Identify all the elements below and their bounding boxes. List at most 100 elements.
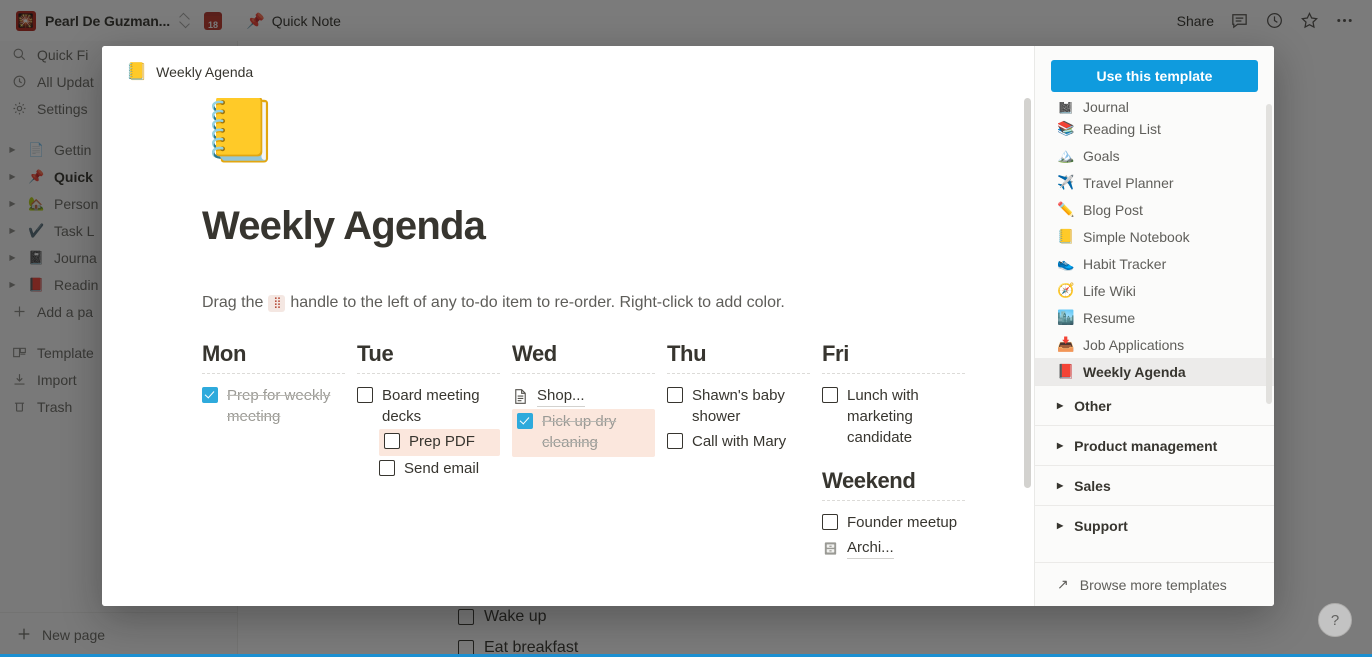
template-label: Job Applications [1083,337,1184,353]
browse-more-label: Browse more templates [1080,577,1227,593]
page-cover-icon[interactable]: 📒 [202,100,1034,162]
notebook-icon: 📒 [1057,228,1074,245]
template-item-job-applications[interactable]: 📥 Job Applications [1035,331,1274,358]
checkbox[interactable] [822,387,838,403]
template-item-journal[interactable]: 📓 Journal [1035,102,1274,115]
divider [822,373,965,374]
preview-body: 📒 Weekly Agenda Drag the ⣿ handle to the… [102,98,1034,606]
template-item-travel-planner[interactable]: ✈️ Travel Planner [1035,169,1274,196]
help-button[interactable]: ? [1318,603,1352,637]
day-heading: Wed [512,341,655,373]
todo-label: Prep for weekly meeting [227,385,341,427]
day-heading: Thu [667,341,810,373]
use-template-wrap: Use this template [1035,46,1274,102]
template-label: Blog Post [1083,202,1143,218]
chevron-right-icon: ▶ [1057,401,1063,410]
chevron-right-icon: ▶ [1057,521,1063,530]
divider [202,373,345,374]
template-label: Resume [1083,310,1135,326]
notebook-icon: 📓 [1057,102,1074,115]
template-group-label: Product management [1074,438,1217,454]
todo-item[interactable]: Founder meetup [822,510,965,535]
browse-more-templates-link[interactable]: ↗ Browse more templates [1035,562,1274,606]
divider [512,373,655,374]
use-this-template-button[interactable]: Use this template [1051,60,1258,92]
todo-item[interactable]: Shawn's baby shower [667,383,810,429]
day-column-wed: Wed Shop... Pick up dry cleaning [512,341,667,561]
divider [822,500,965,501]
todo-label: Call with Mary [692,431,806,452]
template-item-resume[interactable]: 🏙️ Resume [1035,304,1274,331]
chevron-right-icon: ▶ [1057,441,1063,450]
checkbox[interactable] [822,514,838,530]
todo-label: Board meeting decks [382,385,496,427]
day-column-thu: Thu Shawn's baby shower Call with Mary [667,341,822,561]
checkbox[interactable] [517,413,533,429]
template-group-label: Other [1074,398,1111,414]
chevron-right-icon: ▶ [1057,481,1063,490]
drag-handle-icon[interactable]: ⣿ [268,295,285,312]
todo-label: Send email [404,458,496,479]
todo-item[interactable]: Prep PDF [379,429,500,456]
template-label: Reading List [1083,121,1161,137]
todo-item[interactable]: Lunch with marketing candidate [822,383,965,450]
template-group-other[interactable]: ▶ Other [1035,385,1274,425]
page-link-label: Shop... [537,385,585,407]
todo-label: Prep PDF [409,431,493,452]
template-item-life-wiki[interactable]: 🧭 Life Wiki [1035,277,1274,304]
template-label: Weekly Agenda [1083,364,1186,380]
preview-header-title: Weekly Agenda [156,64,253,80]
day-column-mon: Mon Prep for weekly meeting [202,341,357,561]
todo-label: Lunch with marketing candidate [847,385,961,448]
preview-header: 📒 Weekly Agenda [102,46,1034,98]
template-group-support[interactable]: ▶ Support [1035,505,1274,545]
todo-item[interactable]: Pick up dry cleaning [512,409,655,457]
todo-item[interactable]: Board meeting decks [357,383,500,429]
template-list: 📓 Journal 📚 Reading List 🏔️ Goals ✈️ Tra… [1035,102,1274,385]
checkbox[interactable] [379,460,395,476]
day-heading: Fri [822,341,965,373]
template-item-simple-notebook[interactable]: 📒 Simple Notebook [1035,223,1274,250]
day-column-tue: Tue Board meeting decks Prep PDF Send em… [357,341,512,561]
todo-item[interactable]: Call with Mary [667,429,810,454]
todo-item[interactable]: Send email [379,456,500,481]
section-heading-weekend: Weekend [822,468,965,500]
template-group-sales[interactable]: ▶ Sales [1035,465,1274,505]
template-item-goals[interactable]: 🏔️ Goals [1035,142,1274,169]
notebook-icon: 📒 [126,62,147,82]
page-icon [512,388,529,405]
day-column-fri: Fri Lunch with marketing candidate Weeke… [822,341,977,561]
checkbox[interactable] [357,387,373,403]
template-list-scrollbar[interactable] [1266,104,1272,404]
template-item-habit-tracker[interactable]: 👟 Habit Tracker [1035,250,1274,277]
airplane-icon: ✈️ [1057,174,1074,191]
template-item-blog-post[interactable]: ✏️ Blog Post [1035,196,1274,223]
pencil-icon: ✏️ [1057,201,1074,218]
divider [357,373,500,374]
todo-item[interactable]: Prep for weekly meeting [202,383,345,429]
file-cabinet-icon [822,540,839,557]
template-label: Simple Notebook [1083,229,1190,245]
todo-label: Founder meetup [847,512,961,533]
template-group-label: Support [1074,518,1128,534]
description-after: handle to the left of any to-do item to … [290,291,784,315]
day-heading: Tue [357,341,500,373]
preview-scrollbar[interactable] [1024,98,1031,488]
template-item-weekly-agenda[interactable]: 📕 Weekly Agenda [1035,358,1274,385]
checkbox[interactable] [202,387,218,403]
weekly-agenda-grid: Mon Prep for weekly meeting Tue Board me… [202,341,1034,561]
checkbox[interactable] [384,433,400,449]
closed-book-icon: 📕 [1057,363,1074,380]
template-list-sidebar: Use this template 📓 Journal 📚 Reading Li… [1034,46,1274,606]
page-link-item[interactable]: Archi... [822,535,965,561]
page-description: Drag the ⣿ handle to the left of any to-… [202,291,1034,315]
template-group-product-management[interactable]: ▶ Product management [1035,425,1274,465]
template-label: Life Wiki [1083,283,1136,299]
page-title: Weekly Agenda [202,204,1034,249]
page-link-item[interactable]: Shop... [512,383,655,409]
template-item-reading-list[interactable]: 📚 Reading List [1035,115,1274,142]
description-before: Drag the [202,291,263,315]
checkbox[interactable] [667,387,683,403]
checkbox[interactable] [667,433,683,449]
template-group-label: Sales [1074,478,1111,494]
